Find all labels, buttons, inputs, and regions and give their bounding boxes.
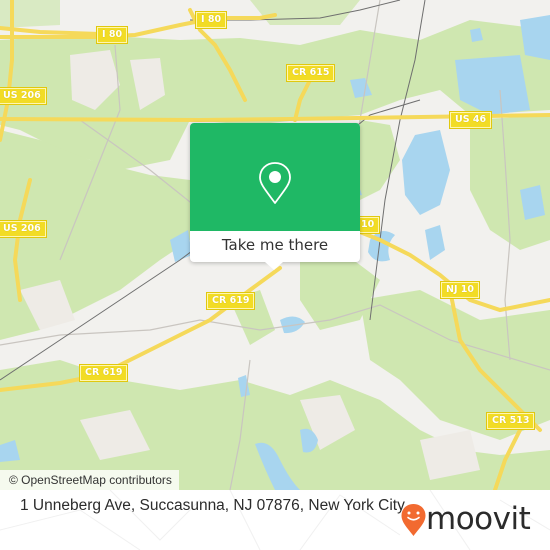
map-attribution[interactable]: © OpenStreetMap contributors bbox=[0, 470, 179, 490]
road-shield-nj10: NJ 10 bbox=[439, 281, 481, 299]
road-shield-i80: I 80 bbox=[194, 11, 228, 29]
road-shield-cr615: CR 615 bbox=[285, 64, 336, 82]
popup-header bbox=[190, 123, 360, 231]
map-view[interactable]: I 80 I 80 US 206 US 206 CR 615 US 46 10 … bbox=[0, 0, 550, 490]
moovit-logo-pin-icon bbox=[401, 504, 426, 536]
take-me-there-button[interactable]: Take me there bbox=[190, 123, 360, 270]
road-shield-us206: US 206 bbox=[0, 220, 47, 238]
road-shield-cr513: CR 513 bbox=[485, 412, 536, 430]
moovit-logo: moovit bbox=[400, 500, 540, 540]
moovit-wordmark: moovit bbox=[426, 501, 531, 537]
road-shield-cr619: CR 619 bbox=[78, 364, 129, 382]
map-pin-icon bbox=[259, 162, 291, 204]
road-shield-cr619: CR 619 bbox=[205, 292, 256, 310]
footer: 1 Unneberg Ave, Succasunna, NJ 07876, Ne… bbox=[0, 490, 550, 550]
popup-pointer bbox=[265, 262, 283, 270]
take-me-there-label: Take me there bbox=[221, 236, 329, 254]
road-shield-i80: I 80 bbox=[95, 26, 129, 44]
address-text: 1 Unneberg Ave, Succasunna, NJ 07876, Ne… bbox=[20, 497, 405, 514]
road-shield-us206: US 206 bbox=[0, 87, 47, 105]
road-shield-us46: US 46 bbox=[448, 111, 493, 129]
